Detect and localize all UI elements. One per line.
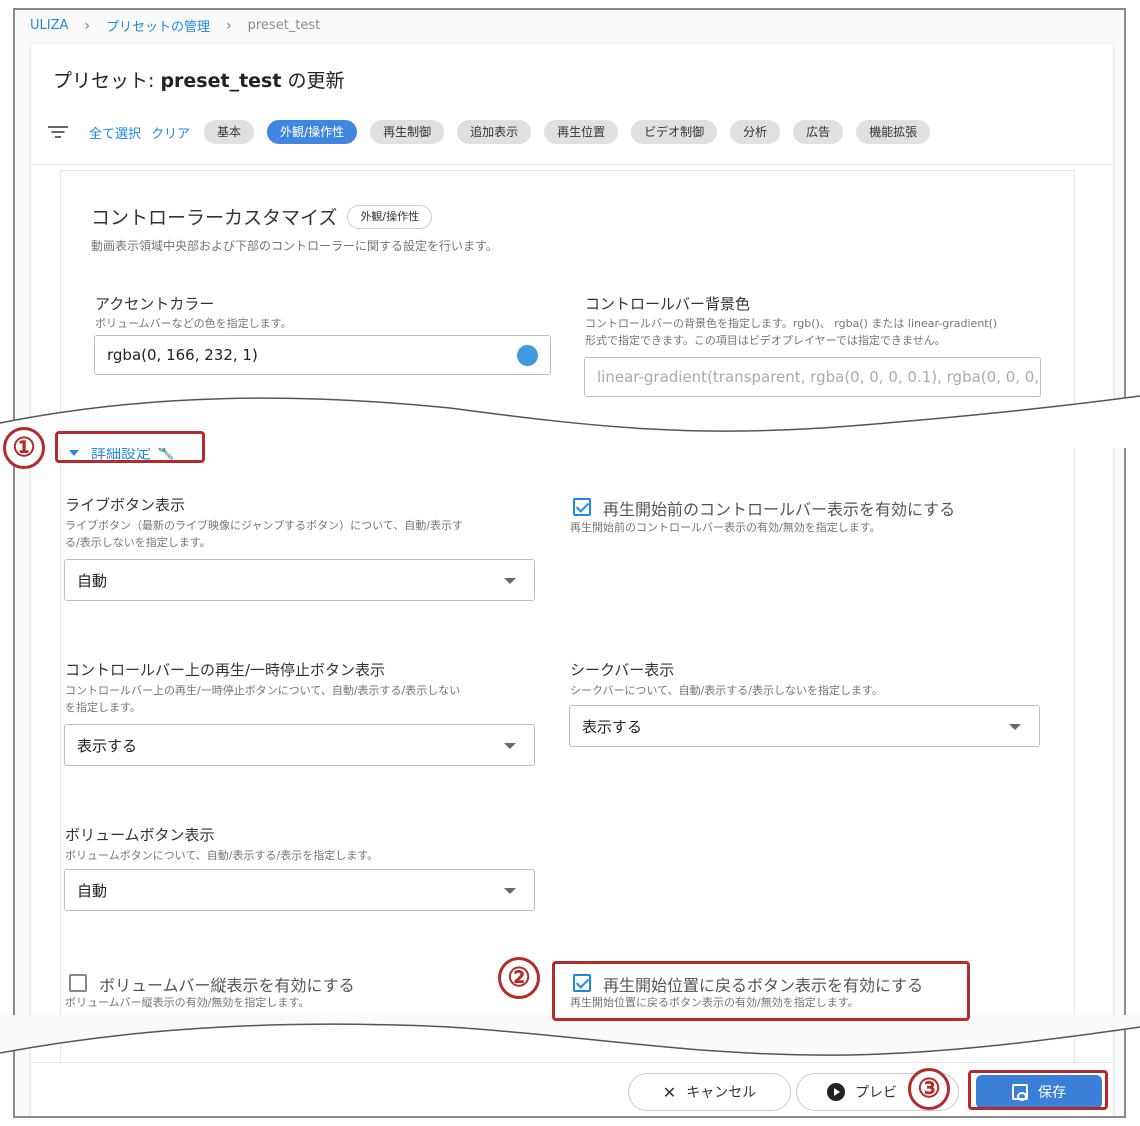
live-button-hint-1: ライブボタン（最新のライブ映像にジャンプするボタン）について、自動/表示す [65,519,463,532]
play-pause-select[interactable]: 表示する [64,724,535,766]
cancel-label: キャンセル [686,1085,757,1101]
play-pause-hint-1: コントロールバー上の再生/一時停止ボタンについて、自動/表示する/表示しない [65,684,461,697]
pre-play-controlbar-checkbox[interactable] [573,498,591,516]
preview-label: プレビ [855,1085,897,1101]
action-footer: ✕ キャンセル プレビ 保存 [31,1062,1113,1116]
controlbar-bg-placeholder: linear-gradient(transparent, rgba(0, 0, … [597,368,1041,386]
select-all-button[interactable]: 全て選択 [89,123,141,142]
volume-button-label: ボリュームボタン表示 [65,826,215,844]
accent-color-value: rgba(0, 166, 232, 1) [107,346,258,364]
breadcrumb-chevron-icon: › [84,17,90,34]
breadcrumb-section[interactable]: プリセットの管理 [106,16,210,35]
category-filter: 全て選択 クリア 基本 外観/操作性 再生制御 追加表示 再生位置 ビデオ制御 … [47,120,943,144]
seekbar-label: シークバー表示 [570,661,675,679]
controlbar-bg-label: コントロールバー背景色 [585,295,751,313]
controlbar-bg-input[interactable]: linear-gradient(transparent, rgba(0, 0, … [584,357,1041,397]
live-button-label: ライブボタン表示 [65,496,186,514]
browser-frame: ULIZA › プリセットの管理 › preset_test プリセット: pr… [13,8,1126,1118]
chip-basic[interactable]: 基本 [204,120,255,144]
seekbar-select[interactable]: 表示する [569,705,1040,747]
seekbar-value: 表示する [582,717,643,736]
accent-color-label: アクセントカラー [95,295,215,313]
highlight-box-2 [552,961,970,1021]
volume-button-select[interactable]: 自動 [64,869,535,911]
breadcrumb-chevron-icon: › [226,17,232,34]
breadcrumb: ULIZA › プリセットの管理 › preset_test [30,16,321,36]
preset-edit-card: プリセット: preset_test の更新 全て選択 クリア 基本 外観/操作… [31,44,1113,1116]
chip-playback-control[interactable]: 再生制御 [370,120,445,144]
page-title-name: preset_test [160,70,282,92]
pre-play-controlbar-label: 再生開始前のコントロールバー表示を有効にする [603,500,956,519]
callout-number-2: ② [498,957,540,999]
dropdown-caret-icon [504,888,516,894]
close-icon: ✕ [662,1082,677,1102]
live-button-value: 自動 [77,571,108,590]
play-pause-label: コントロールバー上の再生/一時停止ボタン表示 [65,661,386,679]
play-pause-hint-2: を指定します。 [65,701,141,714]
section-tag: 外観/操作性 [347,204,433,229]
section-title-text: コントローラーカスタマイズ [91,207,338,229]
chip-video-control[interactable]: ビデオ制御 [631,120,718,144]
volume-button-value: 自動 [77,881,108,900]
section-title: コントローラーカスタマイズ 外観/操作性 [91,203,433,230]
live-button-select[interactable]: 自動 [64,559,535,601]
chip-additional-display[interactable]: 追加表示 [457,120,532,144]
dropdown-caret-icon [504,578,516,584]
chip-extensions[interactable]: 機能拡張 [856,120,931,144]
dropdown-caret-icon [1009,724,1021,730]
dropdown-caret-icon [504,743,516,749]
chip-ads[interactable]: 広告 [793,120,844,144]
chip-appearance[interactable]: 外観/操作性 [267,120,358,144]
accent-color-input[interactable]: rgba(0, 166, 232, 1) [94,335,551,375]
volume-vertical-checkbox[interactable] [69,974,87,992]
highlight-box-1 [55,431,205,463]
cancel-button[interactable]: ✕ キャンセル [628,1073,791,1111]
controlbar-bg-hint-2: 形式で指定できます。この項目はビデオプレイヤーでは指定できません。 [585,334,946,347]
clear-button[interactable]: クリア [151,123,190,142]
callout-number-3: ③ [908,1068,950,1110]
live-button-hint-2: る/表示しないを指定します。 [65,536,211,549]
callout-number-1: ① [3,427,45,469]
filter-divider [31,164,1113,165]
accent-color-hint: ボリュームバーなどの色を指定します。 [95,317,292,330]
filter-icon[interactable] [47,124,69,140]
controlbar-bg-hint-1: コントロールバーの背景色を指定します。rgb()、 rgba() または lin… [585,317,998,330]
volume-button-hint: ボリュームボタンについて、自動/表示する/表示を指定します。 [65,849,379,862]
chip-analytics[interactable]: 分析 [730,120,781,144]
volume-vertical-label: ボリュームバー縦表示を有効にする [99,976,355,995]
breadcrumb-current: preset_test [247,18,321,33]
chip-playback-position[interactable]: 再生位置 [544,120,619,144]
seekbar-hint: シークバーについて、自動/表示する/表示しないを指定します。 [570,684,883,697]
page-title: プリセット: preset_test の更新 [53,66,345,93]
play-icon [827,1083,845,1101]
play-pause-value: 表示する [77,736,138,755]
section-description: 動画表示領域中央部および下部のコントローラーに関する設定を行います。 [91,239,498,253]
pre-play-controlbar-hint: 再生開始前のコントロールバー表示の有効/無効を指定します。 [570,521,881,534]
page-title-prefix: プリセット: [53,70,161,92]
volume-vertical-hint: ボリュームバー縦表示の有効/無効を指定します。 [65,996,310,1009]
color-swatch-icon[interactable] [517,345,538,366]
breadcrumb-root[interactable]: ULIZA [30,18,68,33]
page-title-suffix: の更新 [281,70,345,92]
highlight-box-3 [968,1070,1108,1110]
